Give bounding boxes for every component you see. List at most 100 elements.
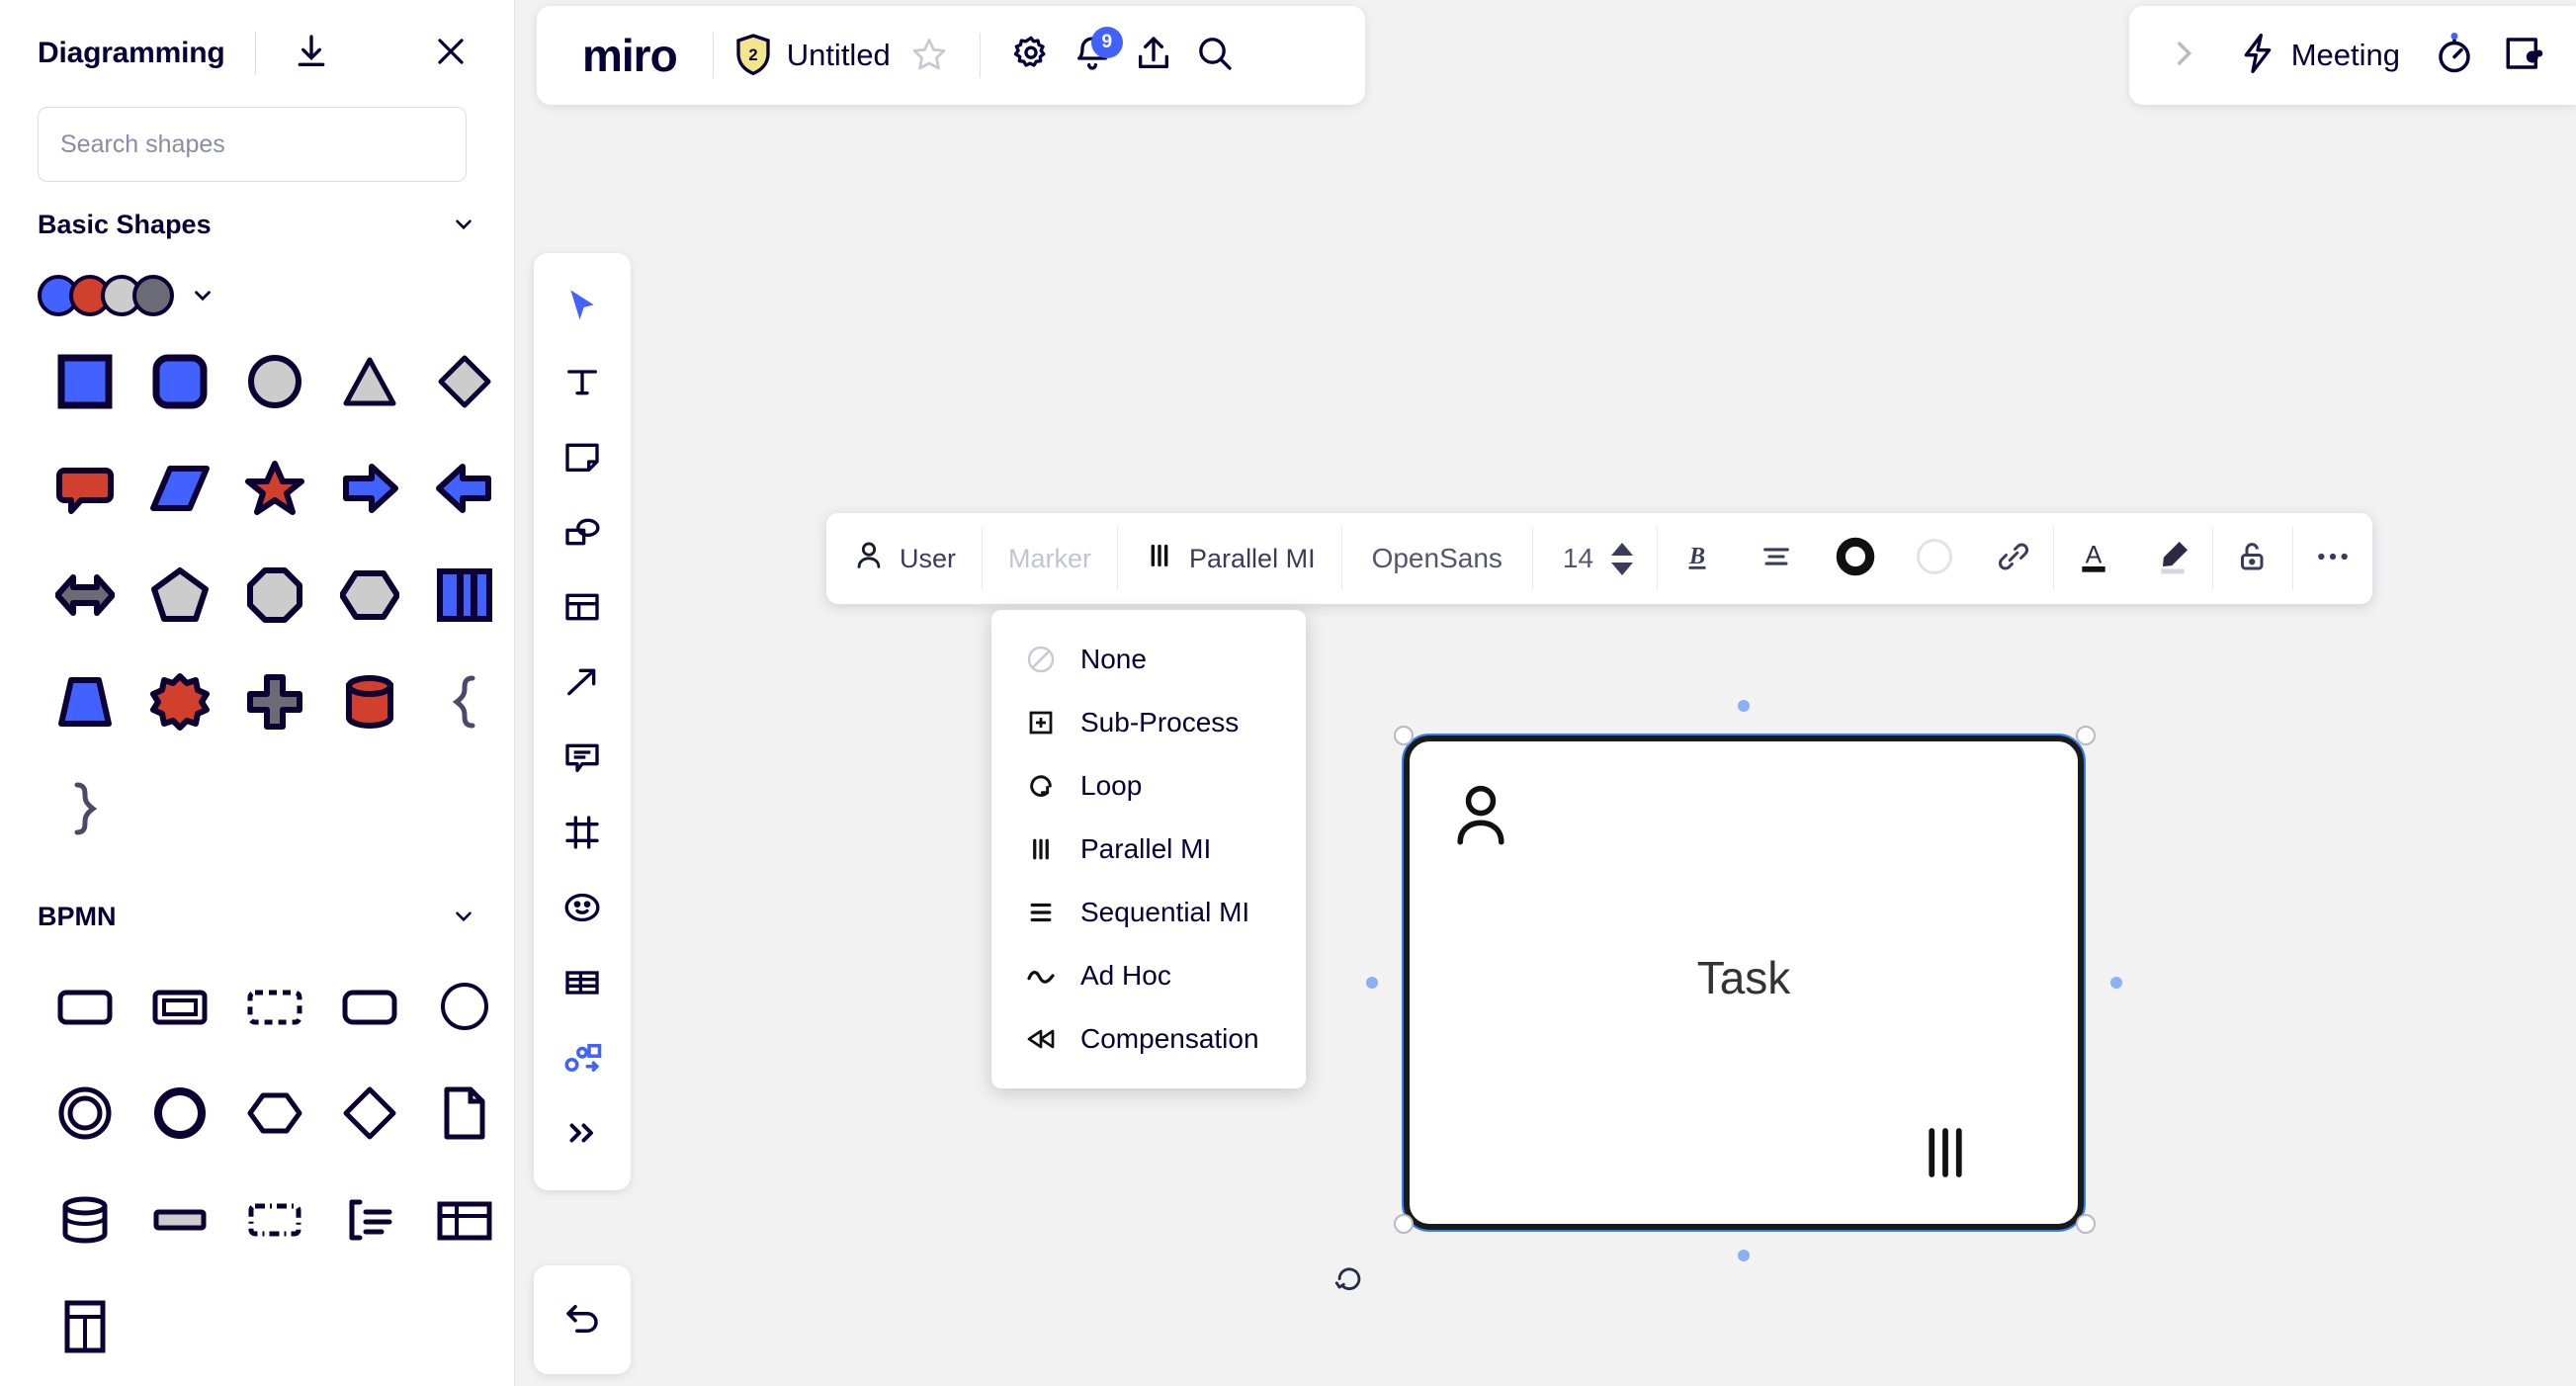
connection-point-right[interactable] bbox=[2110, 977, 2122, 989]
search-button[interactable] bbox=[1184, 25, 1245, 86]
shape-parallelogram[interactable] bbox=[132, 441, 227, 536]
font-family-selector[interactable]: OpenSans bbox=[1342, 513, 1532, 604]
resize-handle-br[interactable] bbox=[2076, 1214, 2096, 1234]
shape-double-arrow[interactable] bbox=[38, 548, 132, 643]
shape-bpmn-event[interactable] bbox=[417, 959, 512, 1054]
text-color-button[interactable]: A bbox=[2054, 513, 2133, 604]
link-button[interactable] bbox=[1974, 513, 2053, 604]
settings-button[interactable] bbox=[1000, 25, 1062, 86]
section-header-basic-shapes[interactable]: Basic Shapes bbox=[38, 182, 476, 267]
menu-item-loop[interactable]: Loop bbox=[991, 754, 1306, 818]
marker-placeholder[interactable]: Marker bbox=[983, 513, 1117, 604]
text-align-button[interactable] bbox=[1737, 513, 1816, 604]
shapes-tool[interactable] bbox=[547, 496, 618, 571]
lock-button[interactable] bbox=[2213, 513, 2292, 604]
connection-point-bottom[interactable] bbox=[1738, 1250, 1750, 1261]
shape-bpmn-data-store[interactable] bbox=[38, 1172, 132, 1267]
share-button[interactable] bbox=[1123, 25, 1184, 86]
shape-bpmn-diamond-gateway[interactable] bbox=[322, 1066, 417, 1161]
screen-share-button[interactable] bbox=[2493, 25, 2554, 86]
diagramming-tool[interactable] bbox=[547, 1022, 618, 1097]
shape-square[interactable] bbox=[38, 334, 132, 429]
rotate-handle[interactable] bbox=[1332, 1263, 1366, 1302]
shape-bpmn-task[interactable] bbox=[38, 959, 132, 1054]
shape-circle[interactable] bbox=[227, 334, 322, 429]
resize-handle-tr[interactable] bbox=[2076, 726, 2096, 745]
shape-bpmn-dashed-task[interactable] bbox=[227, 959, 322, 1054]
resize-handle-tl[interactable] bbox=[1394, 726, 1414, 745]
meeting-button[interactable]: Meeting bbox=[2222, 22, 2416, 90]
emoji-tool[interactable] bbox=[547, 872, 618, 947]
menu-item-ad-hoc[interactable]: Ad Hoc bbox=[991, 944, 1306, 1007]
more-options-button[interactable] bbox=[2293, 513, 2372, 604]
bpmn-task-shape[interactable]: Task bbox=[1404, 736, 2084, 1230]
stepper-arrows[interactable] bbox=[1611, 542, 1634, 575]
palette-swatch-darkgray[interactable] bbox=[132, 275, 174, 316]
shape-bars[interactable] bbox=[417, 548, 512, 643]
shape-bpmn-end-event[interactable] bbox=[38, 1066, 132, 1161]
shape-bpmn-hexagon-gateway[interactable] bbox=[227, 1066, 322, 1161]
shape-diamond[interactable] bbox=[417, 334, 512, 429]
download-button[interactable] bbox=[286, 28, 337, 79]
shape-speech-bubble[interactable] bbox=[38, 441, 132, 536]
stepper-up-icon[interactable] bbox=[1611, 542, 1634, 556]
menu-item-sub-process[interactable]: Sub-Process bbox=[991, 691, 1306, 754]
shape-star[interactable] bbox=[227, 441, 322, 536]
shape-bpmn-thick-circle[interactable] bbox=[132, 1066, 227, 1161]
table-tool[interactable] bbox=[547, 947, 618, 1022]
shape-arrow-left[interactable] bbox=[417, 441, 512, 536]
shape-bpmn-lane[interactable] bbox=[38, 1279, 132, 1374]
select-tool[interactable] bbox=[547, 271, 618, 346]
shape-octagon[interactable] bbox=[227, 548, 322, 643]
favorite-button[interactable] bbox=[899, 25, 960, 86]
shape-cross[interactable] bbox=[227, 654, 322, 749]
menu-item-none[interactable]: None bbox=[991, 628, 1306, 691]
font-size-stepper[interactable]: 14 bbox=[1533, 513, 1657, 604]
border-color-button[interactable] bbox=[1816, 513, 1895, 604]
shape-bpmn-annotation[interactable] bbox=[322, 1172, 417, 1267]
shape-hexagon[interactable] bbox=[322, 548, 417, 643]
shape-cylinder[interactable] bbox=[322, 654, 417, 749]
shape-rounded-square[interactable] bbox=[132, 334, 227, 429]
board-title[interactable]: Untitled bbox=[787, 38, 891, 73]
connection-point-top[interactable] bbox=[1738, 700, 1750, 712]
undo-button[interactable] bbox=[547, 1283, 618, 1358]
expand-panel-button[interactable] bbox=[2153, 25, 2214, 86]
menu-item-parallel-mi[interactable]: Parallel MI bbox=[991, 818, 1306, 881]
sticky-note-tool[interactable] bbox=[547, 421, 618, 496]
connector-tool[interactable] bbox=[547, 647, 618, 722]
highlight-button[interactable] bbox=[2133, 513, 2212, 604]
shape-burst[interactable] bbox=[132, 654, 227, 749]
shape-bpmn-group-bar[interactable] bbox=[132, 1172, 227, 1267]
shape-bpmn-subprocess[interactable] bbox=[132, 959, 227, 1054]
menu-item-sequential-mi[interactable]: Sequential MI bbox=[991, 881, 1306, 944]
shape-arrow-right[interactable] bbox=[322, 441, 417, 536]
shape-bpmn-pool[interactable] bbox=[417, 1172, 512, 1267]
more-tools-button[interactable] bbox=[547, 1097, 618, 1172]
miro-logo[interactable]: miro bbox=[566, 29, 693, 82]
color-palette-selector[interactable] bbox=[38, 267, 476, 324]
menu-item-compensation[interactable]: Compensation bbox=[991, 1007, 1306, 1071]
notifications-button[interactable]: 9 bbox=[1062, 25, 1123, 86]
section-header-bpmn[interactable]: BPMN bbox=[38, 874, 476, 959]
shape-trapezoid[interactable] bbox=[38, 654, 132, 749]
shape-brace-left[interactable] bbox=[417, 654, 512, 749]
resize-handle-bl[interactable] bbox=[1394, 1214, 1414, 1234]
text-tool[interactable] bbox=[547, 346, 618, 421]
comment-tool[interactable] bbox=[547, 722, 618, 797]
search-input[interactable] bbox=[38, 107, 467, 182]
timer-button[interactable] bbox=[2424, 25, 2485, 86]
chevron-down-icon[interactable] bbox=[190, 283, 215, 308]
stepper-down-icon[interactable] bbox=[1611, 562, 1634, 575]
shape-type-selector[interactable]: User bbox=[826, 513, 982, 604]
shape-brace-right[interactable] bbox=[38, 761, 132, 856]
connection-point-left[interactable] bbox=[1366, 977, 1378, 989]
shape-pentagon[interactable] bbox=[132, 548, 227, 643]
shape-bpmn-transaction[interactable] bbox=[322, 959, 417, 1054]
close-panel-button[interactable] bbox=[425, 28, 476, 79]
shape-triangle[interactable] bbox=[322, 334, 417, 429]
shape-bpmn-data-object[interactable] bbox=[417, 1066, 512, 1161]
bold-button[interactable]: B bbox=[1658, 513, 1737, 604]
fill-color-button[interactable] bbox=[1895, 513, 1974, 604]
frame-tool[interactable] bbox=[547, 797, 618, 872]
